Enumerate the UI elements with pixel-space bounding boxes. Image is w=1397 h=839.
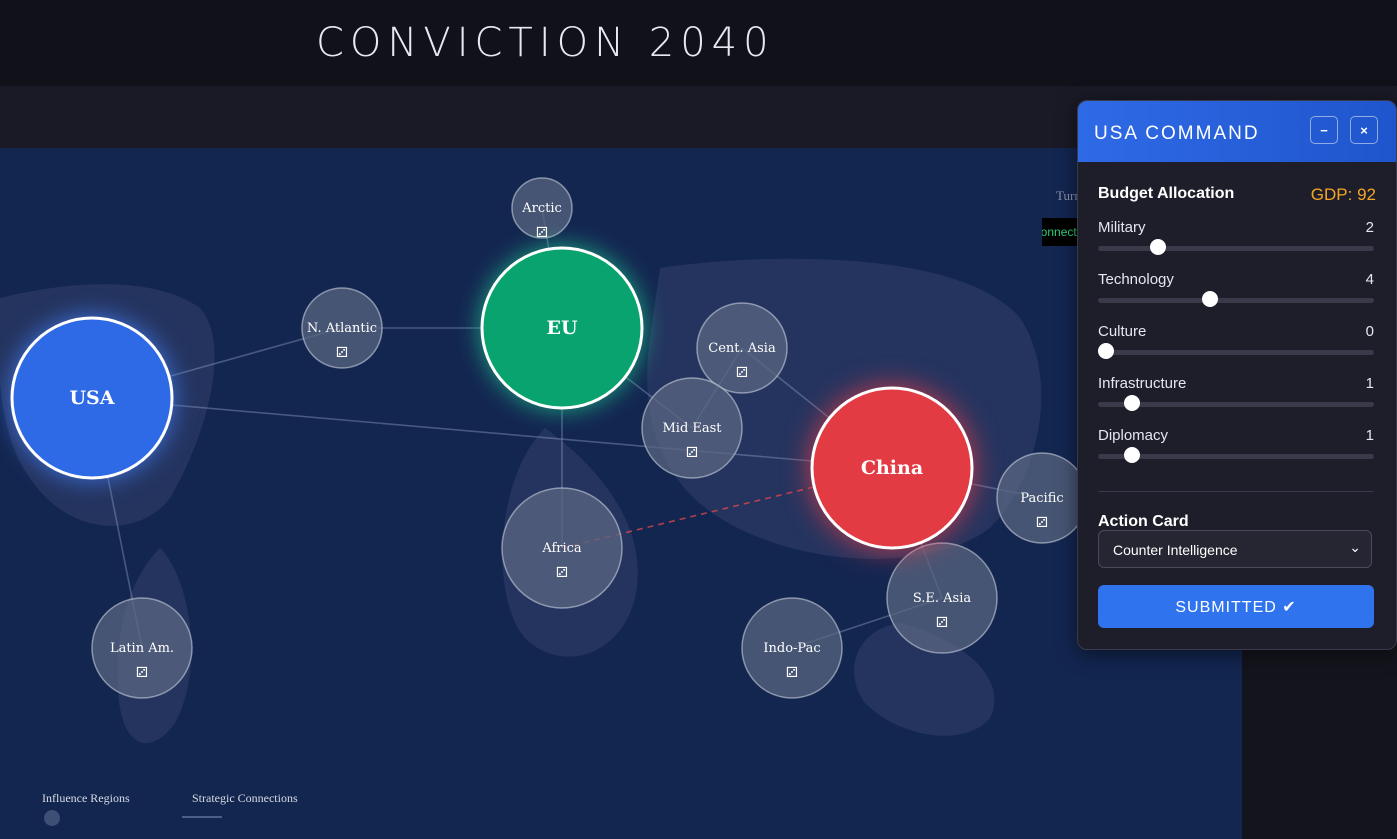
action-card-title: Action Card [1098,513,1189,530]
slider-track[interactable] [1098,350,1374,355]
slider-thumb[interactable] [1098,343,1114,359]
map-canvas: USA EU China Arctic ⚂ N. Atlantic ⚂ Cent… [0,177,1088,744]
minimize-button[interactable]: − [1310,116,1338,144]
legend-strategic-connections: Strategic Connections [192,791,298,805]
die-icon: ⚂ [556,564,568,580]
die-icon: ⚂ [936,614,948,630]
node-label: N. Atlantic [307,321,377,336]
close-button[interactable]: × [1350,116,1378,144]
legend-influence-regions: Influence Regions [42,791,130,805]
action-card-select[interactable]: Counter Intelligence ⌄ [1098,530,1372,568]
die-icon: ⚂ [686,444,698,460]
slider-label: Diplomacy [1098,427,1169,444]
slider-thumb[interactable] [1124,395,1140,411]
action-card-selected: Counter Intelligence [1113,542,1238,558]
slider-thumb[interactable] [1124,447,1140,463]
panel-title: USA COMMAND [1094,123,1260,144]
slider-culture[interactable]: Culture 0 [1098,323,1374,373]
node-label: Latin Am. [110,641,174,656]
slider-diplomacy[interactable]: Diplomacy 1 [1098,427,1374,477]
slider-value: 1 [1365,427,1374,444]
minimize-icon: − [1320,122,1328,138]
app-title: CONVICTION 2040 [316,20,775,66]
node-label: Cent. Asia [708,341,776,356]
slider-track[interactable] [1098,246,1374,251]
node-label: Africa [541,541,582,556]
slider-label: Technology [1098,271,1174,288]
die-icon: ⚂ [736,364,748,380]
slider-thumb[interactable] [1150,239,1166,255]
node-label: Arctic [521,201,562,216]
top-bar: CONVICTION 2040 [0,0,1397,86]
node-label: Pacific [1020,491,1063,506]
chevron-down-icon: ⌄ [1349,539,1361,555]
node-label: EU [546,317,577,339]
command-panel[interactable]: USA COMMAND − × Budget Allocation GDP: 9… [1077,100,1397,650]
legend-connection-swatch [182,816,222,818]
slider-infrastructure[interactable]: Infrastructure 1 [1098,375,1374,425]
slider-label: Military [1098,219,1146,236]
slider-value: 2 [1365,219,1374,236]
slider-military[interactable]: Military 2 [1098,219,1374,269]
submit-button[interactable]: SUBMITTED ✔ [1098,585,1374,628]
slider-value: 0 [1365,323,1374,340]
divider [1098,491,1374,492]
node-label: Mid East [662,421,722,436]
close-icon: × [1360,122,1368,138]
slider-thumb[interactable] [1202,291,1218,307]
world-map[interactable]: USA EU China Arctic ⚂ N. Atlantic ⚂ Cent… [0,148,1242,839]
die-icon: ⚂ [136,664,148,680]
slider-label: Culture [1098,323,1147,340]
die-icon: ⚂ [1036,514,1048,530]
legend-influence-swatch [44,810,60,826]
slider-track[interactable] [1098,298,1374,303]
budget-title: Budget Allocation [1098,185,1235,202]
slider-value: 1 [1365,375,1374,392]
node-label: China [861,457,923,479]
slider-technology[interactable]: Technology 4 [1098,271,1374,321]
die-icon: ⚂ [536,224,548,240]
node-label: Indo-Pac [763,641,820,656]
slider-label: Infrastructure [1098,375,1187,392]
node-label: S.E. Asia [913,591,972,606]
die-icon: ⚂ [786,664,798,680]
slider-value: 4 [1365,271,1374,288]
die-icon: ⚂ [336,344,348,360]
panel-header[interactable]: USA COMMAND − × [1078,101,1396,162]
node-label: USA [69,387,114,409]
gdp-value: GDP: 92 [1310,185,1376,204]
